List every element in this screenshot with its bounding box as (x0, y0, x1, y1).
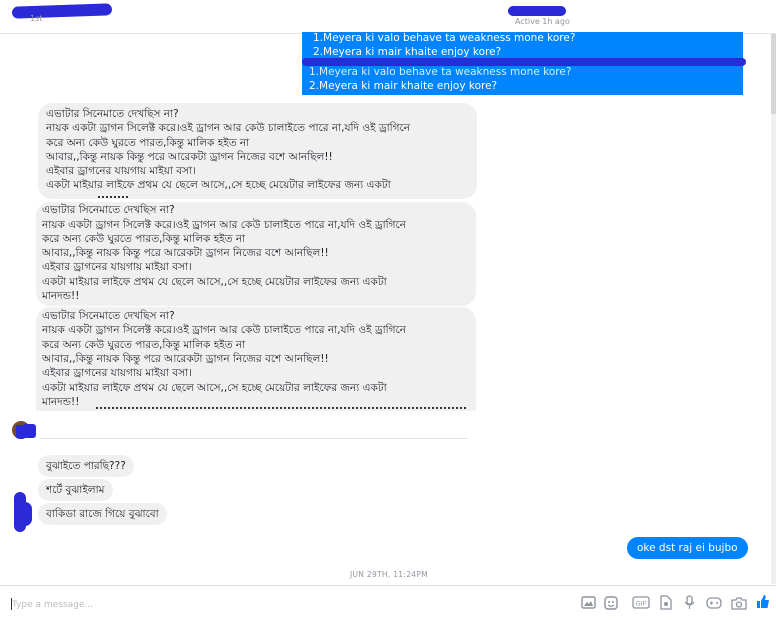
redaction-scribble (22, 424, 36, 438)
mic-icon[interactable] (684, 595, 695, 615)
like-icon[interactable] (756, 594, 770, 614)
incoming-message-bubble[interactable]: বাকিডা রাজে গিয়ে বুঝাবো (38, 503, 167, 525)
message-line: এইবার ড্রাগনের যায়গায় মাইয়া বসা। (46, 165, 196, 177)
timestamp: JUN 29TH, 11:24PM (350, 570, 428, 579)
incoming-message-bubble[interactable]: এভাটার সিনেমাতে দেখছিস না? নায়ক একটা ড্… (38, 103, 477, 199)
outgoing-message-bubble[interactable]: oke dst raj ei bujbo (627, 537, 748, 559)
message-line: আবার,,কিন্তু নায়ক কিন্তু পরে আরেকটা ড্র… (42, 247, 329, 259)
sticker-icon[interactable] (604, 596, 618, 615)
cut-text-row (98, 196, 128, 199)
avatar[interactable] (12, 492, 32, 532)
divider (40, 438, 468, 439)
message-input[interactable]: Type a message... (12, 600, 93, 610)
gif-icon[interactable]: GIF (632, 596, 650, 614)
message-line: করে অন্য কেউ ঘুরতে পারত,কিন্তু মালিক হইত… (42, 233, 246, 245)
message-line: মানদন্ড!! (42, 290, 80, 302)
message-line: করে অন্য কেউ ঘুরতে পারত,কিন্তু মালিক হইত… (46, 137, 250, 149)
quote-line: 2.Meyera ki mair khaite enjoy kore? (309, 80, 498, 92)
header-subtitle: 1st (30, 14, 43, 23)
redacted-contact-scribble (508, 6, 566, 16)
incoming-message-bubble[interactable]: বুঝাইতে পারছি??? (38, 455, 134, 477)
camera-icon[interactable] (731, 597, 747, 615)
message-line: এভাটার সিনেমাতে দেখছিস না? (42, 310, 175, 322)
message-line: এভাটার সিনেমাতে দেখছিস না? (42, 204, 175, 216)
message-line: করে অন্য কেউ ঘুরতে পারত,কিন্তু মালিক হইত… (42, 339, 246, 351)
message-line: আবার,,কিন্তু নায়ক কিন্তু পরে আরেকটা ড্র… (46, 151, 333, 163)
incoming-message-bubble[interactable]: এভাটার সিনেমাতে দেখছিস না? নায়ক একটা ড্… (36, 307, 476, 411)
redaction-scribble (302, 58, 746, 66)
file-icon[interactable] (659, 595, 672, 615)
message-line: নায়ক একটা ড্রাগন সিলেক্ট করে।ওই ড্রাগন … (46, 122, 411, 134)
scrollbar-track[interactable] (771, 34, 776, 584)
message-line: একটা মাইয়ার লাইফে প্রথম যে ছেলে আসে,,সে… (42, 382, 387, 394)
conversation-header (0, 0, 776, 34)
quote-line: 1.Meyera ki valo behave ta weakness mone… (313, 32, 576, 44)
message-line: একটা মাইয়ার লাইফে প্রথম যে ছেলে আসে,,সে… (46, 179, 391, 191)
message-line: আবার,,কিন্তু নায়ক কিন্তু পরে আরেকটা ড্র… (42, 353, 329, 365)
cut-text-row (96, 407, 466, 411)
message-line: এভাটার সিনেমাতে দেখছিস না? (46, 108, 179, 120)
message-line: মানদন্ড!! (42, 396, 80, 408)
quote-line: 1.Meyera ki valo behave ta weakness mone… (309, 66, 572, 78)
message-line: একটা মাইয়ার লাইফে প্রথম যে ছেলে আসে,,সে… (42, 276, 387, 288)
message-line: নায়ক একটা ড্রাগন সিলেক্ট করে।ওই ড্রাগন … (42, 219, 407, 231)
image-icon[interactable] (581, 596, 596, 614)
message-line: নায়ক একটা ড্রাগন সিলেক্ট করে।ওই ড্রাগন … (42, 324, 407, 336)
incoming-message-bubble[interactable]: শর্টে বুঝাইলাম (38, 479, 113, 501)
game-icon[interactable] (706, 597, 722, 614)
incoming-message-bubble[interactable]: এভাটার সিনেমাতে দেখছিস না? নায়ক একটা ড্… (36, 202, 476, 306)
message-line: এইবার ড্রাগনের যায়গায় মাইয়া বসা। (42, 367, 192, 379)
active-status: Active 1h ago (515, 17, 570, 26)
svg-text:GIF: GIF (636, 601, 647, 608)
message-line: এইবার ড্রাগনের যায়গায় মাইয়া বসা। (42, 261, 192, 273)
scrollbar-thumb[interactable] (771, 34, 776, 114)
avatar-scribble (18, 502, 32, 526)
